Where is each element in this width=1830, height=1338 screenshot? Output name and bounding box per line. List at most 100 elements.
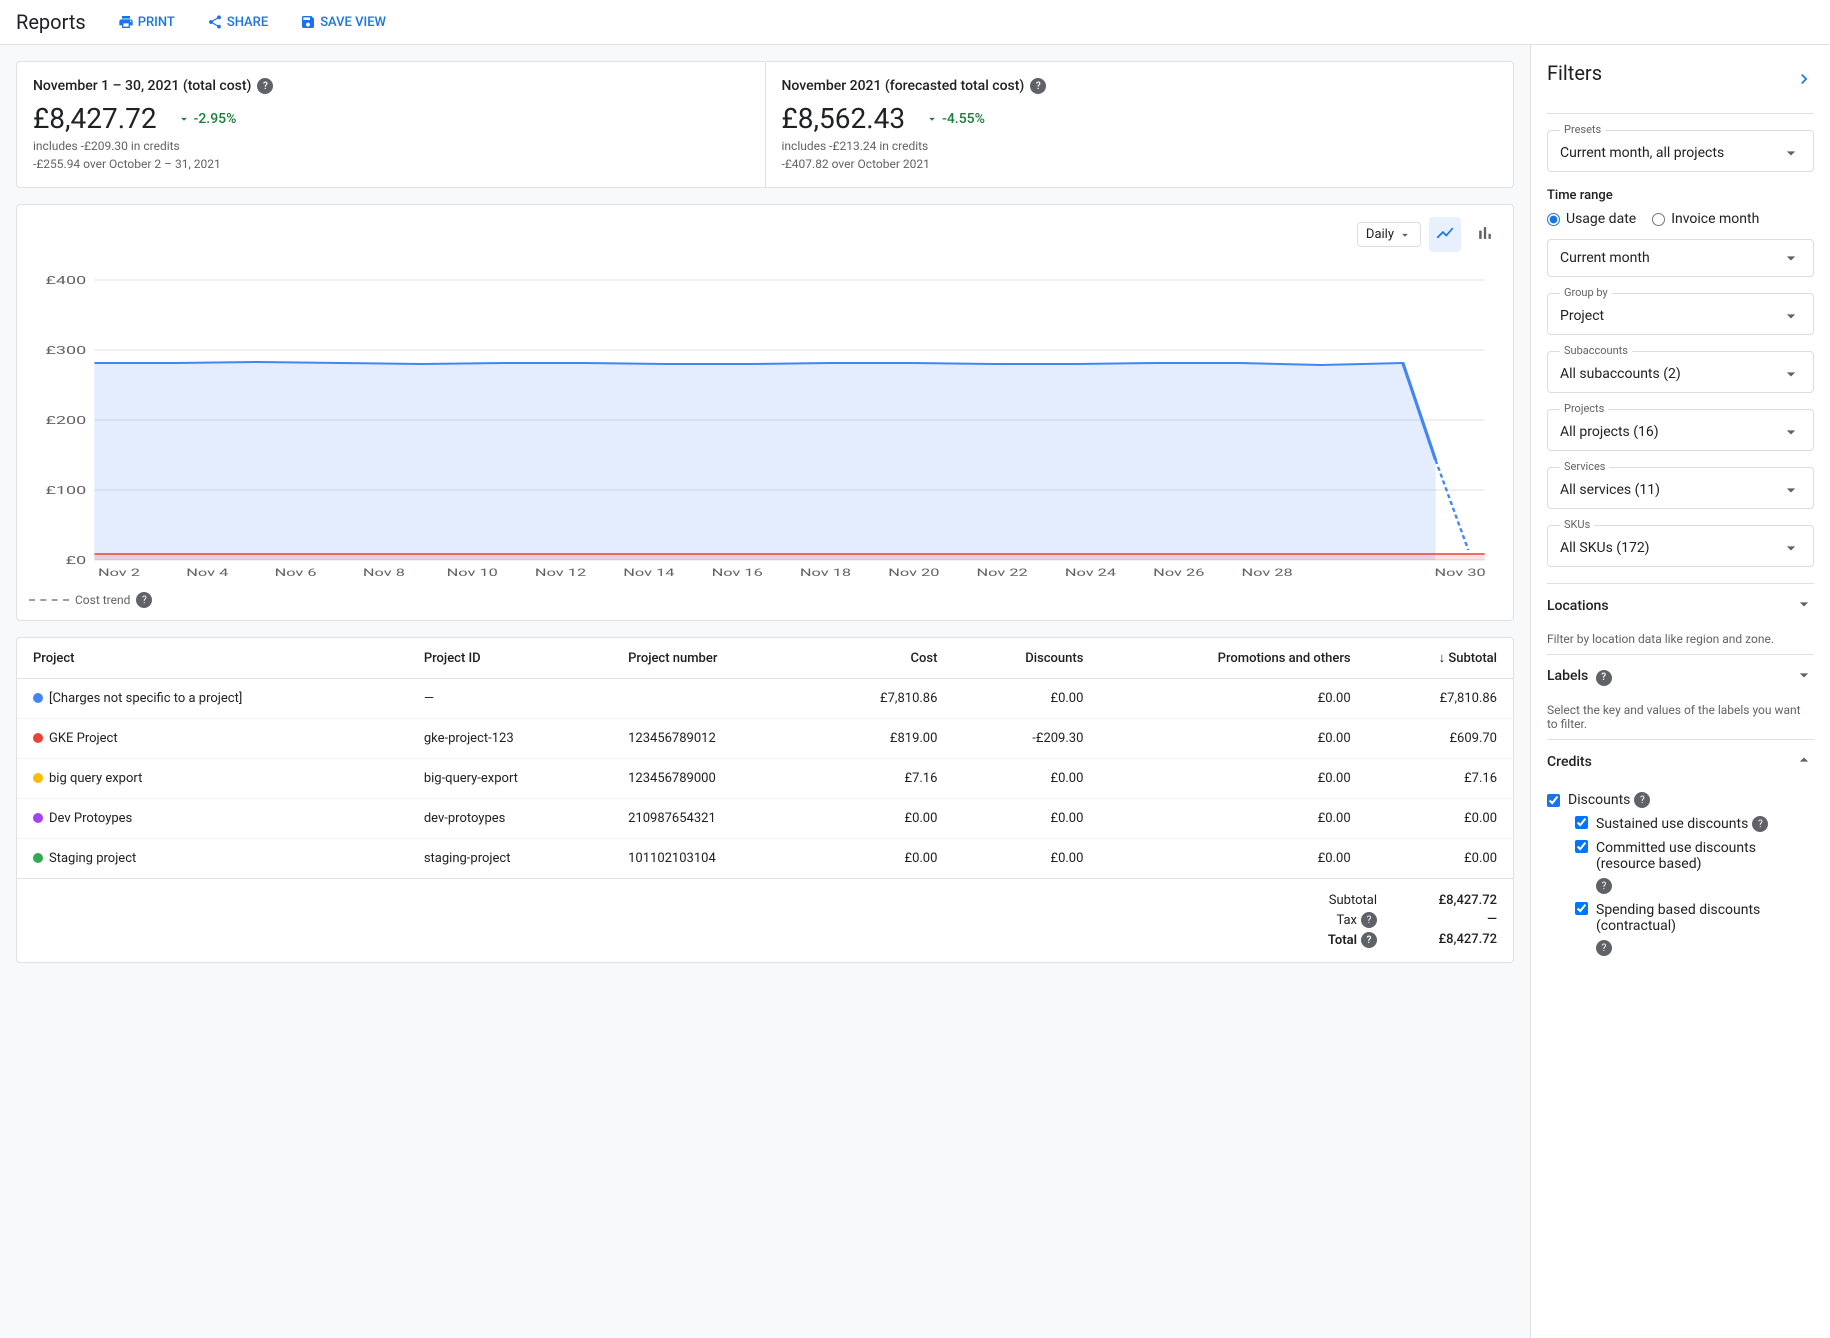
print-button[interactable]: PRINT xyxy=(110,8,183,36)
svg-text:Nov 18: Nov 18 xyxy=(800,567,851,579)
skus-fieldset: SKUs All SKUs (172) xyxy=(1547,525,1814,567)
summary-card-2-amount: £8,562.43 xyxy=(782,102,906,135)
save-view-label: SAVE VIEW xyxy=(320,15,386,30)
presets-chevron-icon xyxy=(1781,143,1801,163)
content-area: November 1 – 30, 2021 (total cost) ? £8,… xyxy=(0,45,1530,1338)
cost-chart: £400 £300 £200 £100 £0 Nov 2 xyxy=(29,260,1501,580)
cell-id-2: big-query-export xyxy=(408,759,612,799)
filter-panel-title: Filters xyxy=(1547,61,1602,85)
project-name-2: big query export xyxy=(49,771,142,786)
cell-id-0: — xyxy=(408,679,612,719)
project-dot-4 xyxy=(33,853,43,863)
cell-project-0: [Charges not specific to a project] xyxy=(17,679,408,719)
discounts-checkbox[interactable] xyxy=(1547,794,1560,807)
chevron-down-icon-locations xyxy=(1794,594,1814,614)
table-footer: Subtotal £8,427.72 Tax ? — Total ? £8,42… xyxy=(17,878,1513,962)
help-icon-spending[interactable]: ? xyxy=(1596,940,1612,956)
services-value: All services (11) xyxy=(1560,482,1660,498)
filter-services: Services All services (11) xyxy=(1547,467,1814,509)
summary-card-1-sub1: includes -£209.30 in credits xyxy=(33,139,749,153)
sustained-checkbox[interactable] xyxy=(1575,816,1588,829)
tax-value: — xyxy=(1417,912,1497,928)
project-name-4: Staging project xyxy=(49,851,136,866)
labels-title: Labels ? xyxy=(1547,668,1612,686)
filter-group-by: Group by Project xyxy=(1547,293,1814,335)
cell-project-1: GKE Project xyxy=(17,719,408,759)
cell-id-4: staging-project xyxy=(408,839,612,879)
cell-discounts-3: £0.00 xyxy=(953,799,1099,839)
col-subtotal: ↓ Subtotal xyxy=(1367,638,1513,679)
bar-chart-button[interactable] xyxy=(1469,217,1501,252)
share-button[interactable]: SHARE xyxy=(199,8,276,36)
credits-header[interactable]: Credits xyxy=(1547,739,1814,784)
cost-table: Project Project ID Project number Cost D… xyxy=(17,638,1513,878)
help-icon-total[interactable]: ? xyxy=(1361,932,1377,948)
committed-label: Committed use discounts (resource based)… xyxy=(1596,840,1814,894)
help-icon-1[interactable]: ? xyxy=(257,78,273,94)
cell-project-2: big query export xyxy=(17,759,408,799)
credits-title: Credits xyxy=(1547,754,1592,770)
spending-item: Spending based discounts (contractual) ? xyxy=(1575,902,1814,956)
filter-locations: Locations Filter by location data like r… xyxy=(1547,583,1814,646)
help-icon-labels[interactable]: ? xyxy=(1596,670,1612,686)
help-icon-trend[interactable]: ? xyxy=(136,592,152,608)
line-chart-button[interactable] xyxy=(1429,217,1461,252)
usage-date-option[interactable]: Usage date xyxy=(1547,211,1636,227)
top-bar: Reports PRINT SHARE SAVE VIEW xyxy=(0,0,1830,45)
cell-id-3: dev-protoypes xyxy=(408,799,612,839)
usage-date-radio[interactable] xyxy=(1547,213,1560,226)
labels-header[interactable]: Labels ? xyxy=(1547,654,1814,699)
svg-text:Nov 12: Nov 12 xyxy=(535,567,587,579)
svg-text:Nov 26: Nov 26 xyxy=(1153,567,1204,579)
cost-trend-label: Cost trend ? xyxy=(29,592,1501,608)
presets-value: Current month, all projects xyxy=(1560,145,1724,161)
data-table: Project Project ID Project number Cost D… xyxy=(16,637,1514,963)
col-cost: Cost xyxy=(809,638,954,679)
filter-credits: Credits Discounts ? S xyxy=(1547,739,1814,956)
summary-card-2-sub2: -£407.82 over October 2021 xyxy=(782,157,1498,171)
cell-id-1: gke-project-123 xyxy=(408,719,612,759)
svg-text:Nov 8: Nov 8 xyxy=(363,567,405,579)
expand-icon[interactable] xyxy=(1794,69,1814,93)
summary-card-1-title: November 1 – 30, 2021 (total cost) ? xyxy=(33,78,749,94)
chart-svg-wrapper: £400 £300 £200 £100 £0 Nov 2 xyxy=(29,260,1501,584)
help-icon-committed[interactable]: ? xyxy=(1596,878,1612,894)
invoice-month-option[interactable]: Invoice month xyxy=(1652,211,1759,227)
time-period-fieldset[interactable]: Current month xyxy=(1547,239,1814,277)
cell-discounts-1: -£209.30 xyxy=(953,719,1099,759)
time-range-options: Usage date Invoice month xyxy=(1547,211,1814,227)
invoice-month-radio[interactable] xyxy=(1652,213,1665,226)
svg-text:£300: £300 xyxy=(45,344,86,357)
svg-text:Nov 6: Nov 6 xyxy=(275,567,317,579)
svg-text:£200: £200 xyxy=(45,414,86,427)
time-period-chevron-icon xyxy=(1781,248,1801,268)
committed-checkbox[interactable] xyxy=(1575,840,1588,853)
daily-select[interactable]: Daily xyxy=(1357,222,1421,247)
subaccounts-value: All subaccounts (2) xyxy=(1560,366,1681,382)
spending-checkbox[interactable] xyxy=(1575,902,1588,915)
help-icon-tax[interactable]: ? xyxy=(1361,912,1377,928)
subaccounts-chevron-icon xyxy=(1781,364,1801,384)
group-by-fieldset: Group by Project xyxy=(1547,293,1814,335)
svg-text:Nov 2: Nov 2 xyxy=(98,567,140,579)
skus-legend: SKUs xyxy=(1560,518,1594,531)
labels-collapse-icon xyxy=(1794,665,1814,689)
locations-collapse-icon xyxy=(1794,594,1814,618)
total-value: £8,427.72 xyxy=(1417,932,1497,948)
cell-project-3: Dev Protoypes xyxy=(17,799,408,839)
help-icon-sustained[interactable]: ? xyxy=(1752,816,1768,832)
save-view-button[interactable]: SAVE VIEW xyxy=(292,8,394,36)
svg-text:Nov 10: Nov 10 xyxy=(447,567,498,579)
summary-card-2-change: -4.55% xyxy=(925,111,985,127)
locations-header[interactable]: Locations xyxy=(1547,583,1814,628)
committed-item: Committed use discounts (resource based)… xyxy=(1575,840,1814,894)
cell-promotions-4: £0.00 xyxy=(1099,839,1366,879)
help-icon-discounts[interactable]: ? xyxy=(1634,792,1650,808)
table-row: big query export big-query-export 123456… xyxy=(17,759,1513,799)
spending-label: Spending based discounts (contractual) ? xyxy=(1596,902,1814,956)
locations-desc: Filter by location data like region and … xyxy=(1547,632,1814,646)
table-row: Dev Protoypes dev-protoypes 210987654321… xyxy=(17,799,1513,839)
presets-fieldset: Presets Current month, all projects xyxy=(1547,130,1814,172)
help-icon-2[interactable]: ? xyxy=(1030,78,1046,94)
cell-discounts-4: £0.00 xyxy=(953,839,1099,879)
